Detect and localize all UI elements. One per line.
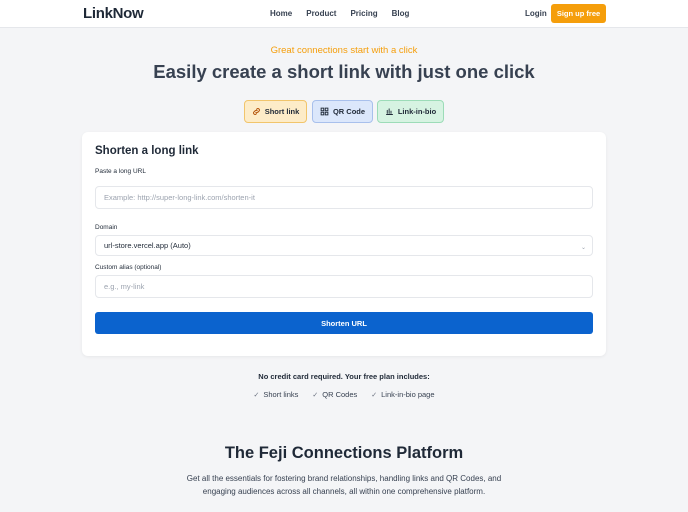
nav-product-link[interactable]: Product bbox=[306, 9, 336, 18]
shorten-form-card: Shorten a long link Paste a long URL Exa… bbox=[82, 132, 606, 356]
tab-label: QR Code bbox=[332, 107, 366, 116]
free-plan-note: No credit card required. Your free plan … bbox=[258, 372, 430, 381]
top-navbar: LinkNow Home Product Pricing Blog Login … bbox=[0, 0, 688, 28]
tab-qr-code[interactable]: QR Code bbox=[312, 100, 373, 123]
hero-title: Easily create a short link with just one… bbox=[153, 61, 535, 82]
shorten-url-button[interactable]: Shorten URL bbox=[95, 312, 593, 334]
platform-title: The Feji Connections Platform bbox=[224, 444, 464, 462]
feature-label: QR Codes bbox=[322, 390, 358, 399]
long-url-input[interactable]: Example: http://super-long-link.com/shor… bbox=[95, 186, 593, 209]
nav-blog-link[interactable]: Blog bbox=[392, 9, 410, 18]
tab-short-link[interactable]: Short link bbox=[244, 100, 307, 123]
domain-label: Domain bbox=[95, 224, 118, 231]
custom-alias-input[interactable]: e.g., my-link bbox=[95, 275, 593, 298]
tab-link-in-bio[interactable]: Link-in-bio bbox=[377, 100, 444, 123]
login-link[interactable]: Login bbox=[525, 9, 547, 18]
feature-label: Link-in-bio page bbox=[381, 390, 435, 399]
alias-label: Custom alias (optional) bbox=[95, 264, 162, 271]
feature-label: Short links bbox=[263, 390, 299, 399]
logo[interactable]: LinkNow bbox=[83, 5, 144, 22]
plan-features: ✓ Short links ✓ QR Codes ✓ Link-in-bio p… bbox=[0, 390, 688, 399]
check-icon: ✓ bbox=[312, 391, 319, 399]
platform-description: Get all the essentials for fostering bra… bbox=[186, 474, 502, 496]
check-icon: ✓ bbox=[253, 391, 260, 399]
form-title: Shorten a long link bbox=[95, 145, 199, 157]
nav-pricing-link[interactable]: Pricing bbox=[350, 9, 377, 18]
domain-value: url-store.vercel.app (Auto) bbox=[104, 241, 191, 250]
hero-tagline: Great connections start with a click bbox=[270, 45, 418, 56]
bar-chart-icon bbox=[385, 108, 393, 115]
url-label: Paste a long URL bbox=[95, 168, 146, 175]
feature-item: ✓ Short links bbox=[253, 390, 298, 399]
signup-button[interactable]: Sign up free bbox=[551, 4, 606, 23]
qr-code-icon bbox=[320, 107, 329, 116]
feature-item: ✓ Link-in-bio page bbox=[371, 390, 434, 399]
link-icon bbox=[252, 108, 260, 115]
tab-label: Link-in-bio bbox=[397, 107, 437, 116]
main-nav: Home Product Pricing Blog bbox=[270, 9, 423, 18]
tab-label: Short link bbox=[264, 107, 300, 116]
check-icon: ✓ bbox=[371, 391, 378, 399]
nav-home-link[interactable]: Home bbox=[270, 9, 292, 18]
chevron-down-icon: ⌄ bbox=[580, 245, 586, 251]
feature-item: ✓ QR Codes bbox=[312, 390, 357, 399]
domain-select[interactable]: url-store.vercel.app (Auto) ⌄ bbox=[95, 235, 593, 256]
